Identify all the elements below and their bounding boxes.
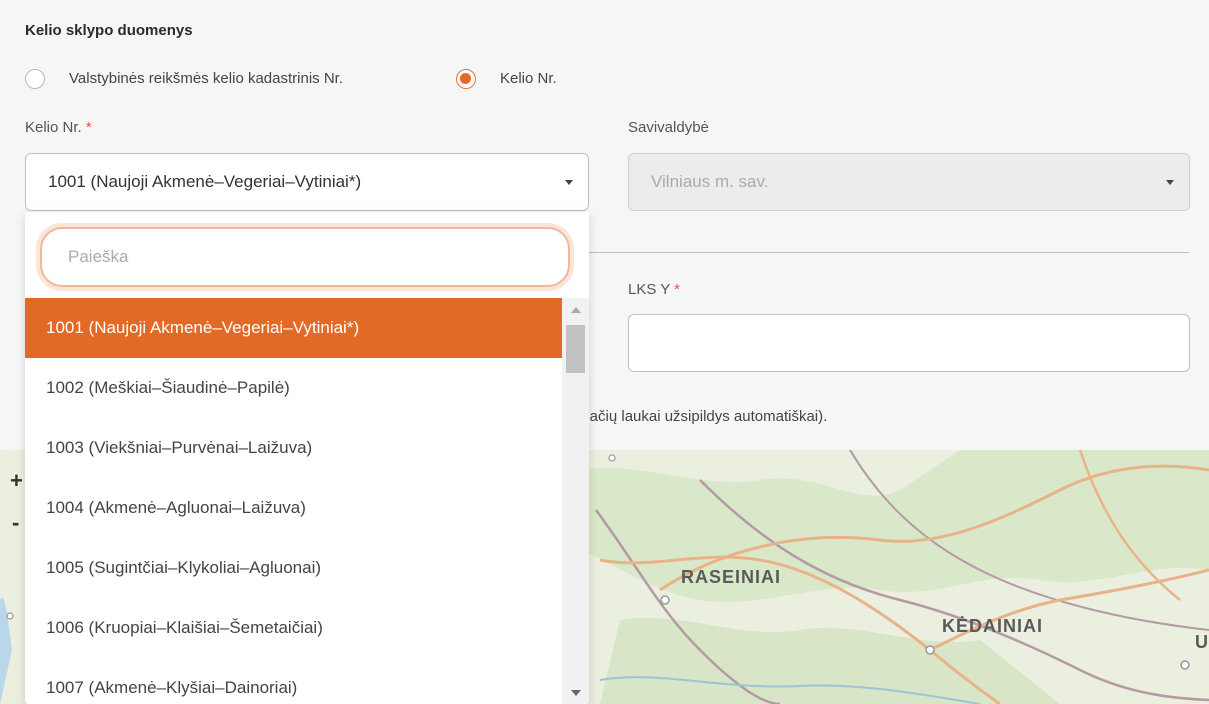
- zoom-in-button[interactable]: +: [10, 468, 23, 494]
- chevron-down-icon: [565, 180, 573, 185]
- scroll-down-icon[interactable]: [571, 690, 581, 696]
- radio-cadastral-label[interactable]: Valstybinės reikšmės kelio kadastrinis N…: [69, 70, 343, 87]
- chevron-down-icon: [1166, 180, 1174, 185]
- radio-road-no[interactable]: [456, 69, 476, 89]
- road-no-label: Kelio Nr. *: [25, 119, 92, 136]
- dropdown-option[interactable]: 1006 (Kruopiai–Klaišiai–Šemetaičiai): [25, 598, 562, 658]
- road-no-dropdown: 1001 (Naujoji Akmenė–Vegeriai–Vytiniai*)…: [25, 212, 589, 704]
- lks-y-label: LKS Y *: [628, 281, 680, 298]
- dropdown-option[interactable]: 1001 (Naujoji Akmenė–Vegeriai–Vytiniai*): [25, 298, 562, 358]
- dropdown-option[interactable]: 1003 (Viekšniai–Purvėnai–Laižuva): [25, 418, 562, 478]
- dropdown-option[interactable]: 1005 (Sugintčiai–Klykoliai–Agluonai): [25, 538, 562, 598]
- scroll-up-icon[interactable]: [571, 307, 581, 313]
- lks-y-label-text: LKS Y: [628, 281, 670, 298]
- dropdown-option[interactable]: 1004 (Akmenė–Agluonai–Laižuva): [25, 478, 562, 538]
- municipality-label: Savivaldybė: [628, 119, 709, 136]
- road-no-select[interactable]: 1001 (Naujoji Akmenė–Vegeriai–Vytiniai*): [25, 153, 589, 211]
- dropdown-list: 1001 (Naujoji Akmenė–Vegeriai–Vytiniai*)…: [25, 298, 562, 704]
- radio-road-no-label[interactable]: Kelio Nr.: [500, 70, 557, 87]
- dropdown-option[interactable]: 1002 (Meškiai–Šiaudinė–Papilė): [25, 358, 562, 418]
- hint-text: inačių laukai užsipildys automatiškai).: [578, 408, 828, 425]
- map-label-kedainiai: KĖDAINIAI: [942, 616, 1044, 636]
- dropdown-option[interactable]: 1007 (Akmenė–Klyšiai–Dainoriai): [25, 658, 562, 704]
- map-label-partial: U: [1195, 632, 1209, 652]
- dropdown-search-input[interactable]: [40, 227, 570, 287]
- divider: [588, 252, 1189, 253]
- dropdown-scrollbar[interactable]: [562, 298, 589, 704]
- section-title: Kelio sklypo duomenys: [25, 22, 193, 39]
- road-no-label-text: Kelio Nr.: [25, 119, 82, 136]
- radio-cadastral[interactable]: [25, 69, 45, 89]
- scrollbar-thumb[interactable]: [566, 325, 585, 373]
- road-no-select-value: 1001 (Naujoji Akmenė–Vegeriai–Vytiniai*): [48, 172, 362, 191]
- municipality-select: Vilniaus m. sav.: [628, 153, 1190, 211]
- zoom-out-button[interactable]: -: [12, 510, 19, 536]
- required-mark: *: [674, 281, 680, 298]
- map-label-raseiniai: RASEINIAI: [681, 567, 782, 587]
- municipality-select-value: Vilniaus m. sav.: [651, 172, 769, 191]
- required-mark: *: [85, 119, 92, 136]
- lks-y-input[interactable]: [628, 314, 1190, 372]
